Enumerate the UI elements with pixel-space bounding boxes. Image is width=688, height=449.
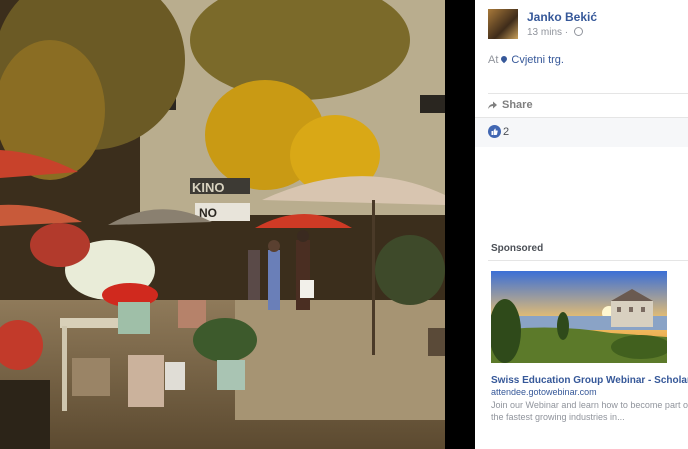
divider (488, 260, 688, 261)
share-icon (488, 101, 497, 109)
meta-separator: · (564, 27, 569, 38)
sponsored-heading: Sponsored (491, 243, 544, 254)
post-time[interactable]: 13 mins (527, 27, 562, 38)
share-button[interactable]: Share (488, 99, 533, 111)
like-count[interactable]: 2 (503, 126, 509, 138)
ad-domain-link[interactable]: attendee.gotowebinar.com (491, 387, 597, 397)
reactions-bar: 2 (475, 117, 688, 147)
ad-description-line: Join our Webinar and learn how to become… (491, 400, 688, 410)
author-avatar[interactable] (488, 9, 518, 39)
globe-icon[interactable] (573, 27, 583, 36)
location-pin-icon (500, 54, 509, 64)
post-sidebar: Janko Bekić 13 mins · At Cvjetni trg. Sha… (475, 0, 688, 449)
kino-sign: KINO (192, 180, 225, 195)
ad-title-link[interactable]: Swiss Education Group Webinar - Scholars… (491, 375, 688, 386)
author-name[interactable]: Janko Bekić (527, 10, 597, 24)
location-link[interactable]: Cvjetni trg. (511, 54, 564, 66)
like-icon[interactable] (488, 125, 501, 138)
divider (488, 93, 688, 94)
post-photo[interactable]: KINO NO (0, 0, 445, 449)
post-location: At Cvjetni trg. (488, 54, 564, 66)
share-label: Share (502, 99, 533, 111)
ad-description-line: the fastest growing industries in... (491, 412, 625, 422)
ad-description: Join our Webinar and learn how to become… (491, 399, 688, 423)
post-meta: 13 mins · (527, 27, 583, 38)
market-photo: KINO NO (0, 0, 445, 449)
ad-image[interactable] (491, 271, 667, 363)
location-prefix: At (488, 54, 499, 66)
